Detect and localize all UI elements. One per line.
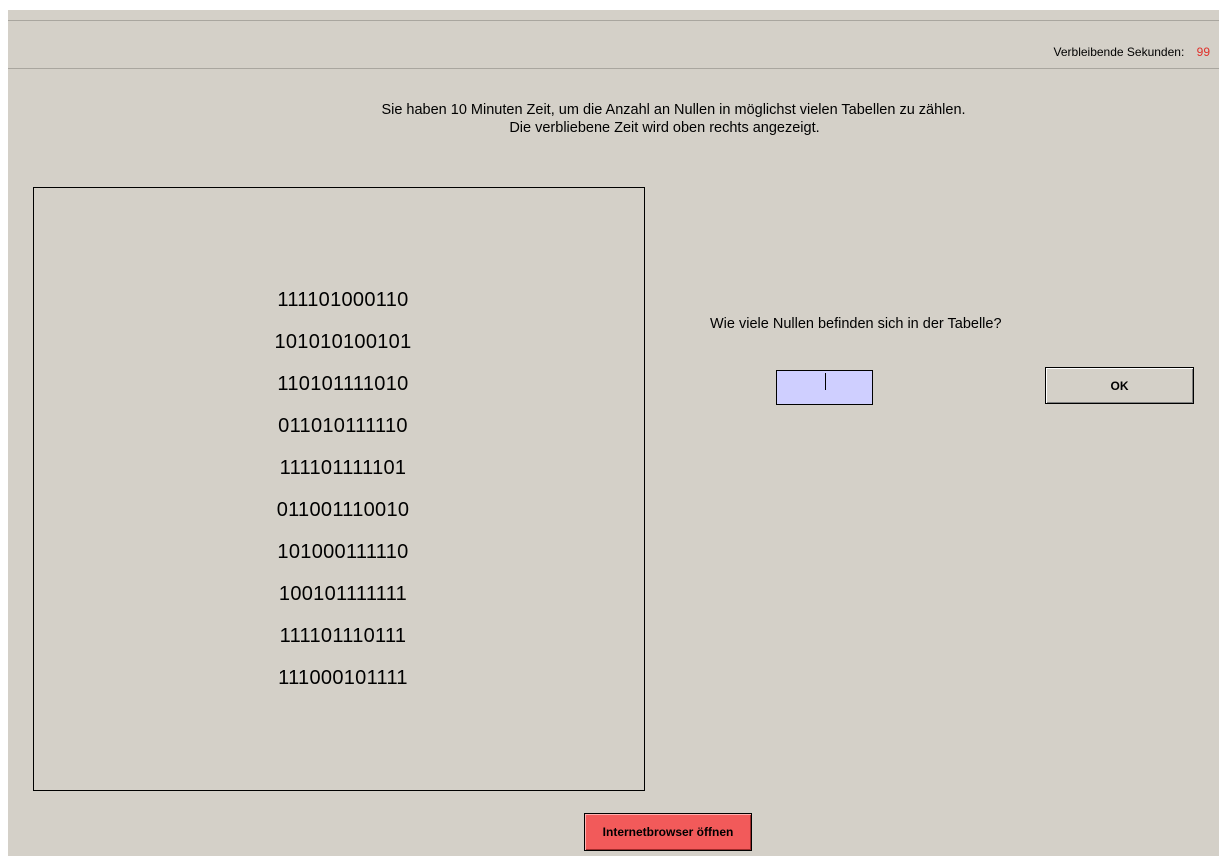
task-window: Verbleibende Sekunden: 99 Sie haben 10 M…: [8, 10, 1219, 856]
ok-button[interactable]: OK: [1045, 367, 1194, 404]
table-row: 100101111111: [278, 583, 408, 605]
binary-table-rows: 111101000110 101010100101 110101111010 0…: [34, 287, 644, 707]
question-text: Wie viele Nullen befinden sich in der Ta…: [710, 316, 1002, 332]
instructions-line-2: Die verbliebene Zeit wird oben rechts an…: [509, 120, 820, 136]
table-row: 111000101111: [278, 667, 408, 689]
instructions-line-1: Sie haben 10 Minuten Zeit, um die Anzahl…: [381, 102, 966, 118]
table-row: 111101111101: [279, 457, 407, 479]
open-browser-button[interactable]: Internetbrowser öffnen: [584, 813, 752, 851]
header-bar: Verbleibende Sekunden: 99: [8, 20, 1219, 69]
table-row: 011010111110: [278, 415, 408, 437]
table-row: 111101110111: [279, 625, 407, 647]
text-caret: [825, 373, 826, 390]
table-row: 011001110010: [276, 499, 410, 521]
table-row: 101010100101: [274, 331, 412, 353]
table-row: 110101111010: [277, 373, 409, 395]
timer: Verbleibende Sekunden: 99: [1054, 45, 1210, 59]
binary-table: 111101000110 101010100101 110101111010 0…: [33, 187, 645, 791]
timer-label: Verbleibende Sekunden:: [1053, 45, 1185, 59]
instructions: Sie haben 10 Minuten Zeit, um die Anzahl…: [8, 101, 1219, 137]
timer-value: 99: [1196, 45, 1210, 59]
table-row: 111101000110: [277, 289, 409, 311]
table-row: 101000111110: [277, 541, 409, 563]
